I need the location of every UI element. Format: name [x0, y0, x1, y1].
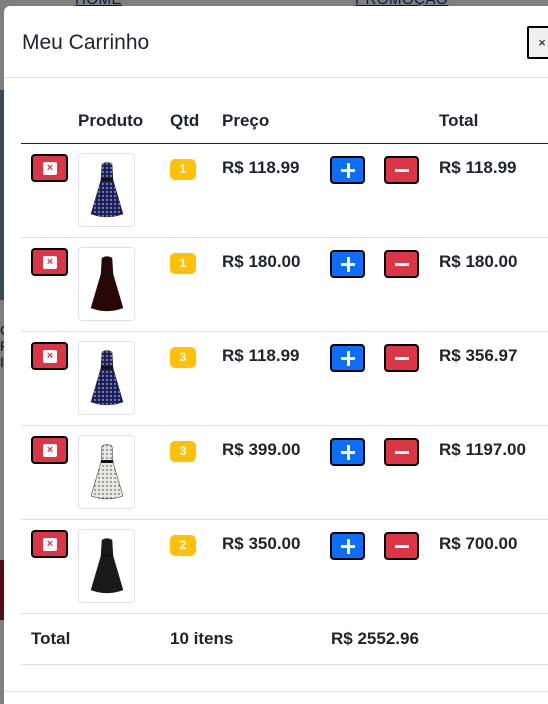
price-cell: R$ 399.00 [222, 425, 330, 520]
remove-item-button[interactable]: × [31, 153, 68, 182]
price-cell: R$ 118.99 [222, 143, 330, 238]
header-delete [21, 99, 78, 144]
header-product: Produto [78, 99, 170, 144]
qty-badge: 3 [170, 440, 196, 462]
decrease-qty-button[interactable] [384, 343, 419, 372]
product-cell [78, 143, 170, 238]
plus-cell [330, 143, 384, 238]
delete-x-icon: × [43, 443, 57, 457]
decrease-qty-button[interactable] [384, 155, 419, 184]
line-total-cell: R$ 118.99 [439, 143, 548, 238]
minus-cell [384, 331, 439, 426]
qty-cell: 1 [170, 143, 222, 238]
cart-total-row: Total 10 itens R$ 2552.96 [21, 613, 548, 665]
delete-x-icon: × [43, 255, 57, 269]
unit-price: R$ 180.00 [222, 251, 301, 271]
price-cell: R$ 350.00 [222, 519, 330, 614]
cart-row: × 1 R$ 180.00 R$ 180.00 [21, 237, 548, 332]
delete-x-icon: × [43, 161, 57, 175]
line-total-cell: R$ 180.00 [439, 237, 548, 332]
qty-badge: 1 [170, 158, 196, 180]
remove-item-button[interactable]: × [31, 247, 68, 276]
delete-cell: × [21, 143, 78, 238]
cart-modal: Meu Carrinho × Produto Qtd Preço Total ×… [4, 6, 548, 704]
header-plus [330, 99, 384, 144]
minus-cell [384, 425, 439, 520]
qty-badge: 1 [170, 252, 196, 274]
product-thumbnail[interactable] [78, 434, 135, 509]
minus-cell [384, 237, 439, 332]
line-total-cell: R$ 356.97 [439, 331, 548, 426]
qty-cell: 1 [170, 237, 222, 332]
qty-cell: 2 [170, 519, 222, 614]
increase-qty-button[interactable] [330, 249, 365, 278]
product-thumbnail[interactable] [78, 246, 135, 321]
modal-header: Meu Carrinho × [4, 6, 548, 78]
delete-cell: × [21, 237, 78, 332]
unit-price: R$ 118.99 [222, 157, 300, 177]
header-price: Preço [222, 99, 330, 144]
unit-price: R$ 118.99 [222, 345, 300, 365]
cart-header-row: Produto Qtd Preço Total [21, 99, 548, 144]
header-total: Total [439, 99, 548, 144]
grand-total: R$ 2552.96 [331, 628, 419, 648]
plus-cell [330, 237, 384, 332]
remove-item-button[interactable]: × [31, 435, 68, 464]
product-thumbnail[interactable] [78, 528, 135, 603]
product-cell [78, 425, 170, 520]
minus-cell [384, 143, 439, 238]
delete-cell: × [21, 425, 78, 520]
cart-row: × 2 R$ 350.00 R$ 700.00 [21, 519, 548, 614]
product-thumbnail[interactable] [78, 152, 135, 227]
increase-qty-button[interactable] [330, 155, 365, 184]
delete-x-icon: × [43, 537, 57, 551]
close-button[interactable]: × [527, 26, 548, 59]
unit-price: R$ 399.00 [222, 439, 301, 459]
product-cell [78, 331, 170, 426]
modal-title: Meu Carrinho [22, 31, 150, 54]
decrease-qty-button[interactable] [384, 531, 419, 560]
qty-cell: 3 [170, 425, 222, 520]
unit-price: R$ 350.00 [222, 533, 301, 553]
increase-qty-button[interactable] [330, 437, 365, 466]
qty-badge: 2 [170, 534, 196, 556]
decrease-qty-button[interactable] [384, 437, 419, 466]
decrease-qty-button[interactable] [384, 249, 419, 278]
cart-row: × 1 R$ 118.99 R$ 118.99 [21, 143, 548, 238]
minus-cell [384, 519, 439, 614]
modal-footer-divider [4, 691, 548, 692]
delete-x-icon: × [43, 349, 57, 363]
line-total: R$ 118.99 [439, 157, 517, 177]
line-total-cell: R$ 1197.00 [439, 425, 548, 520]
line-total: R$ 180.00 [439, 251, 518, 271]
cart-row: × 3 R$ 118.99 R$ 356.97 [21, 331, 548, 426]
qty-badge: 3 [170, 346, 196, 368]
line-total: R$ 700.00 [439, 533, 518, 553]
increase-qty-button[interactable] [330, 531, 365, 560]
line-total: R$ 356.97 [439, 345, 518, 365]
header-qty: Qtd [170, 99, 222, 144]
total-label: Total [21, 613, 170, 665]
price-cell: R$ 180.00 [222, 237, 330, 332]
line-total-cell: R$ 700.00 [439, 519, 548, 614]
increase-qty-button[interactable] [330, 343, 365, 372]
header-minus [384, 99, 439, 144]
product-thumbnail[interactable] [78, 340, 135, 415]
price-cell: R$ 118.99 [222, 331, 330, 426]
plus-cell [330, 425, 384, 520]
plus-cell [330, 519, 384, 614]
product-cell [78, 519, 170, 614]
cart-table: Produto Qtd Preço Total × 1 R$ 118.99 R$ 11… [21, 99, 548, 665]
grand-total-cell: R$ 2552.96 [331, 613, 548, 665]
delete-cell: × [21, 331, 78, 426]
cart-row: × 3 R$ 399.00 R$ 1197.00 [21, 425, 548, 520]
plus-cell [330, 331, 384, 426]
product-cell [78, 237, 170, 332]
line-total: R$ 1197.00 [439, 439, 526, 459]
qty-cell: 3 [170, 331, 222, 426]
remove-item-button[interactable]: × [31, 529, 68, 558]
remove-item-button[interactable]: × [31, 341, 68, 370]
delete-cell: × [21, 519, 78, 614]
